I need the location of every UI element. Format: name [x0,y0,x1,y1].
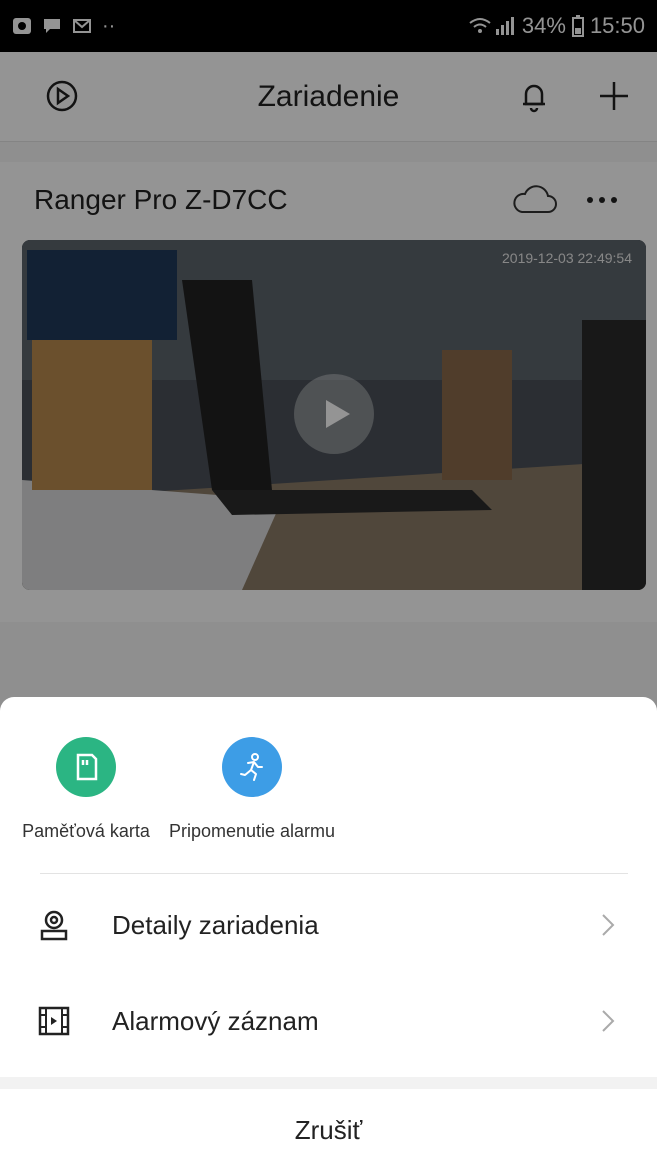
sheet-separator [0,1077,657,1089]
running-person-icon [222,737,282,797]
action-sheet: Paměťová karta Pripomenutie alarmu Detai… [0,697,657,1171]
video-record-icon [38,1006,70,1036]
quick-action-label: Paměťová karta [22,821,150,841]
quick-action-alarm-reminder[interactable]: Pripomenutie alarmu [162,737,342,843]
camera-device-icon [40,910,68,941]
chevron-right-icon [602,914,615,936]
row-device-details[interactable]: Detaily zariadenia [0,877,657,973]
quick-action-memory-card[interactable]: Paměťová karta [0,737,176,843]
row-label: Detaily zariadenia [112,909,319,940]
chevron-right-icon [602,1010,615,1032]
cancel-button[interactable]: Zrušiť [0,1089,657,1171]
quick-actions: Paměťová karta Pripomenutie alarmu [0,697,657,872]
quick-action-label: Pripomenutie alarmu [168,821,336,841]
divider [40,873,628,874]
row-alarm-record[interactable]: Alarmový záznam [0,973,657,1069]
memory-card-icon [56,737,116,797]
row-label: Alarmový záznam [112,1005,319,1036]
